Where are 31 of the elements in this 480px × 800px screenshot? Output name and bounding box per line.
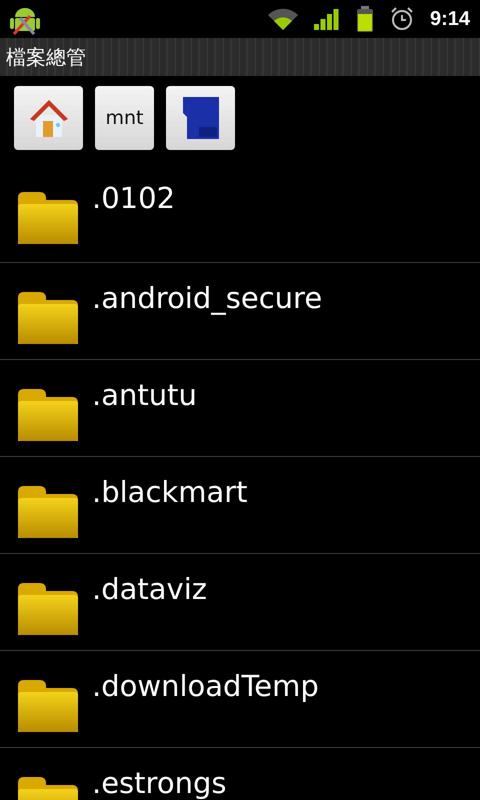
folder-icon	[18, 486, 78, 538]
folder-name: .downloadTemp	[92, 669, 319, 703]
folder-icon	[18, 583, 78, 635]
app-title: 檔案總管	[6, 44, 86, 70]
path-button[interactable]: mnt	[95, 86, 154, 150]
alarm-clock-icon	[390, 7, 414, 31]
folder-row[interactable]: .downloadTemp	[0, 651, 480, 748]
folder-name: .android_secure	[92, 281, 322, 315]
folder-name: .antutu	[92, 378, 197, 412]
folder-row[interactable]: .estrongs	[0, 748, 480, 800]
folder-name: .estrongs	[92, 766, 226, 800]
sd-card-icon	[182, 97, 218, 139]
folder-row[interactable]: .dataviz	[0, 554, 480, 651]
folder-icon	[18, 292, 78, 344]
folder-icon	[18, 680, 78, 732]
home-button[interactable]	[14, 86, 83, 150]
folder-row[interactable]: .antutu	[0, 360, 480, 457]
battery-icon	[356, 6, 374, 32]
folder-row[interactable]: .0102	[0, 160, 480, 263]
folder-name: .0102	[92, 181, 176, 215]
folder-icon	[18, 192, 78, 244]
folder-icon	[18, 389, 78, 441]
sd-card-button[interactable]	[166, 86, 235, 150]
home-icon	[28, 97, 70, 139]
folder-name: .dataviz	[92, 572, 207, 606]
folder-row[interactable]: .blackmart	[0, 457, 480, 554]
folder-name: .blackmart	[92, 475, 248, 509]
wifi-icon	[268, 8, 298, 30]
signal-icon	[314, 8, 340, 30]
clock-time: 9:14	[430, 8, 470, 30]
folder-row[interactable]: .android_secure	[0, 263, 480, 360]
